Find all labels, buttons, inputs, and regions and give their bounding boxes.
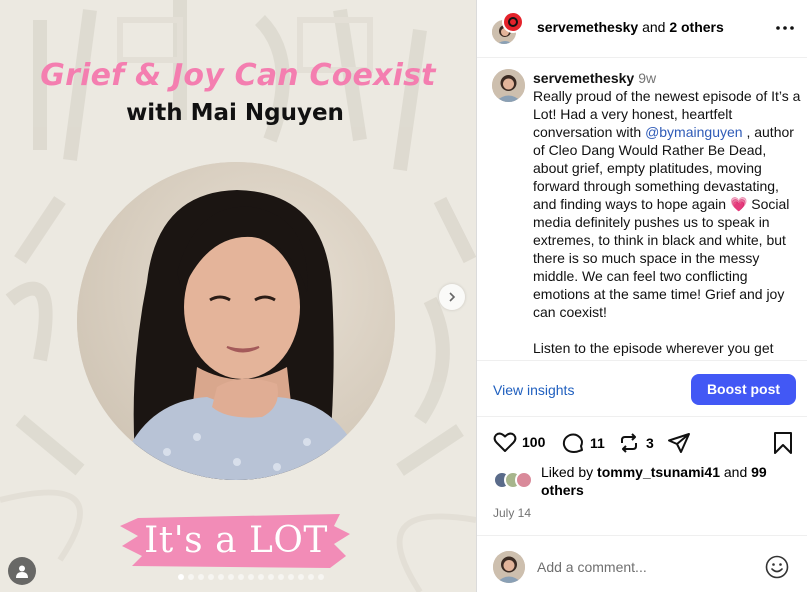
carousel-dot	[288, 574, 294, 580]
post-date[interactable]: July 14	[493, 506, 531, 520]
collaborator-avatar[interactable]	[502, 11, 524, 33]
caption-part3: Social media definitely pushes us to spe…	[533, 196, 790, 320]
heart-icon	[493, 432, 517, 452]
media-subtitle: with Mai Nguyen	[126, 100, 344, 126]
carousel-dot	[308, 574, 314, 580]
carousel-dot	[298, 574, 304, 580]
carousel-dot	[178, 574, 184, 580]
liked-by-text: Liked by tommy_tsunami41 and 99 others	[541, 463, 791, 499]
more-options-icon[interactable]	[773, 18, 797, 38]
carousel-dot	[218, 574, 224, 580]
liked-by-middle: and	[719, 464, 752, 480]
header-others[interactable]: 2 others	[669, 19, 723, 35]
likes-count: 100	[522, 434, 546, 450]
person-icon	[16, 565, 28, 578]
liker-avatar	[515, 471, 533, 489]
carousel-dot	[238, 574, 244, 580]
next-slide-button[interactable]	[439, 284, 465, 310]
carousel-dot	[198, 574, 204, 580]
carousel-dot	[318, 574, 324, 580]
comment-row	[477, 535, 807, 592]
carousel-dots	[178, 574, 324, 580]
media-title: Grief & Joy Can Coexist	[40, 58, 436, 93]
caption-text: servemethesky 9w Really proud of the newe…	[533, 69, 803, 357]
repost-icon	[621, 433, 637, 453]
boost-post-button[interactable]: Boost post	[691, 374, 796, 405]
repost-button[interactable]: 3	[617, 431, 654, 455]
comment-icon	[562, 433, 583, 453]
comments-count: 11	[590, 435, 605, 451]
reposts-count: 3	[646, 435, 654, 451]
post-media[interactable]: Grief & Joy Can Coexist with Mai Nguyen	[0, 0, 476, 592]
share-button[interactable]	[667, 431, 691, 455]
liked-by-user[interactable]: tommy_tsunami41	[597, 464, 720, 480]
carousel-dot	[208, 574, 214, 580]
bookmark-icon	[774, 432, 792, 454]
comment-button[interactable]: 11	[561, 431, 605, 455]
like-button[interactable]: 100	[493, 431, 545, 453]
action-bar: 100 11 3	[477, 428, 807, 458]
commenter-avatar	[493, 551, 525, 583]
guest-portrait	[77, 162, 395, 480]
caption-part4: Listen to the episode wherever you get	[533, 340, 774, 356]
carousel-dot	[258, 574, 264, 580]
heart-emoji: 💗	[729, 196, 748, 212]
caption-area: servemethesky 9w Really proud of the newe…	[477, 59, 807, 359]
insights-row: View insights Boost post	[477, 360, 807, 417]
carousel-dot	[268, 574, 274, 580]
post-header: servemethesky and 2 others	[477, 0, 807, 58]
carousel-dot	[278, 574, 284, 580]
mention-link[interactable]: @bymainguyen	[645, 124, 743, 140]
carousel-dot	[228, 574, 234, 580]
header-usernames[interactable]: servemethesky and 2 others	[537, 19, 724, 35]
tagged-people-button[interactable]	[8, 557, 36, 585]
view-insights-link[interactable]: View insights	[493, 382, 574, 398]
liked-by-prefix: Liked by	[541, 464, 598, 480]
emoji-icon[interactable]	[764, 554, 790, 580]
header-username[interactable]: servemethesky	[537, 19, 638, 35]
carousel-dot	[248, 574, 254, 580]
post-details-panel: servemethesky and 2 others servemethesky…	[476, 0, 807, 592]
liker-avatars[interactable]	[493, 471, 541, 491]
save-button[interactable]	[773, 431, 793, 455]
caption-time: 9w	[638, 70, 657, 86]
caption-username[interactable]: servemethesky	[533, 70, 634, 86]
caption-avatar[interactable]	[492, 69, 525, 102]
comment-input[interactable]	[537, 556, 757, 578]
carousel-dot	[188, 574, 194, 580]
chevron-right-icon	[449, 292, 456, 302]
header-and: and	[642, 19, 666, 35]
banner-text: It's a LOT	[144, 520, 328, 561]
send-icon	[668, 433, 690, 453]
